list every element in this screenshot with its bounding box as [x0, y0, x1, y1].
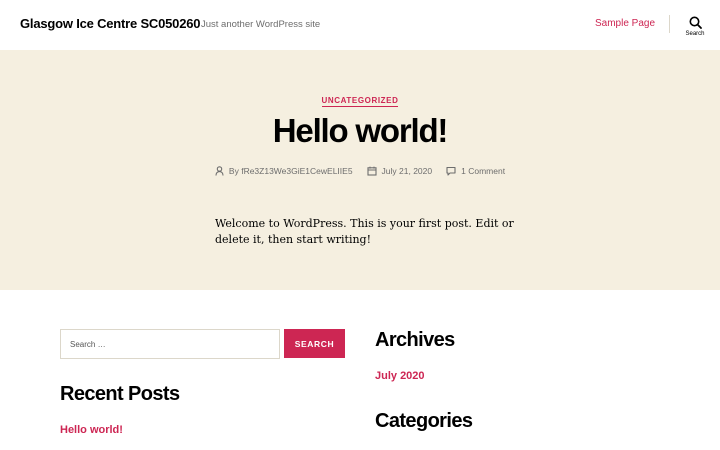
site-description: Just another WordPress site	[201, 19, 321, 30]
post-comments: 1 Comment	[446, 166, 505, 176]
search-icon	[689, 16, 702, 29]
archives-title: Archives	[375, 329, 455, 351]
calendar-icon	[366, 166, 377, 176]
post-title: Hello world!	[272, 112, 449, 149]
author-link[interactable]: By fRe3Z13We3GiE1CewELIIE5	[229, 166, 353, 176]
comments-link[interactable]: 1 Comment	[461, 166, 505, 176]
search-form: SEARCH	[60, 329, 346, 359]
date-link[interactable]: July 21, 2020	[382, 166, 433, 176]
archive-link-july-2020[interactable]: July 2020	[375, 370, 425, 382]
recent-post-link[interactable]: Hello world!	[60, 424, 123, 436]
categories-title: Categories	[375, 410, 473, 432]
site-title[interactable]: Glasgow Ice Centre SC050260	[20, 16, 201, 31]
search-toggle-button[interactable]: Search	[678, 16, 712, 46]
site-header: Glasgow Ice Centre SC050260 Just another…	[0, 0, 720, 50]
post-meta: By fRe3Z13We3GiE1CewELIIE5 July 21, 2020…	[0, 166, 720, 176]
search-input[interactable]	[60, 329, 280, 359]
search-button[interactable]: SEARCH	[284, 329, 345, 358]
comment-icon	[446, 166, 456, 176]
post-hero: UNCATEGORIZED Hello world! By fRe3Z13We3…	[0, 50, 720, 290]
person-icon	[215, 166, 224, 176]
recent-posts-title: Recent Posts	[60, 383, 180, 405]
widgets-area: SEARCH Recent Posts Hello world! Archive…	[0, 290, 720, 450]
category-link[interactable]: UNCATEGORIZED	[321, 96, 399, 107]
post-author: By fRe3Z13We3GiE1CewELIIE5	[215, 166, 353, 176]
post-date: July 21, 2020	[366, 166, 433, 176]
post-category: UNCATEGORIZED	[0, 90, 720, 108]
search-toggle-label: Search	[685, 31, 705, 37]
post-content: Welcome to WordPress. This is your first…	[215, 217, 514, 246]
nav-divider	[669, 15, 670, 33]
nav-link-sample-page[interactable]: Sample Page	[595, 18, 655, 29]
